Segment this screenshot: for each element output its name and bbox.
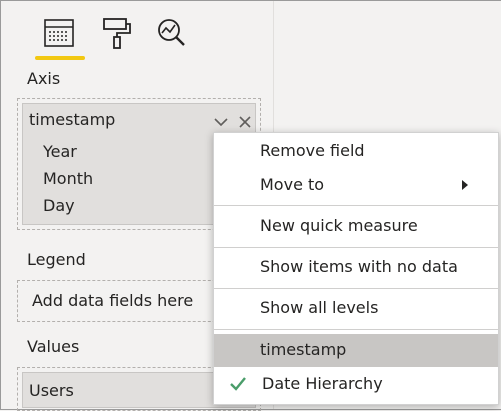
hierarchy-item-month[interactable]: Month <box>43 169 93 188</box>
menu-item-move-to[interactable]: Move to <box>214 169 498 201</box>
selected-tab-indicator <box>35 56 85 60</box>
paint-roller-icon <box>103 18 131 49</box>
values-field-name: Users <box>29 381 74 400</box>
menu-item-label: New quick measure <box>260 216 418 235</box>
window-frame: Axis timestamp Year Month Day Legend Add… <box>0 0 501 411</box>
legend-placeholder: Add data fields here <box>32 291 194 310</box>
menu-item-remove-field[interactable]: Remove field <box>214 135 498 167</box>
chevron-down-icon[interactable] <box>213 114 229 130</box>
menu-item-label: timestamp <box>260 340 347 359</box>
axis-field-name: timestamp <box>29 110 116 129</box>
menu-item-label: Show all levels <box>260 298 379 317</box>
menu-item-label: Date Hierarchy <box>262 374 383 393</box>
fields-icon <box>44 19 74 47</box>
checkmark-icon <box>228 374 248 398</box>
menu-separator <box>214 205 498 206</box>
menu-separator <box>214 329 498 330</box>
tab-fields[interactable] <box>41 15 77 51</box>
menu-item-show-all-levels[interactable]: Show all levels <box>214 292 498 324</box>
submenu-arrow-icon <box>462 180 468 190</box>
tab-format[interactable] <box>99 15 135 51</box>
tab-analytics[interactable] <box>153 15 189 51</box>
hierarchy-item-day[interactable]: Day <box>43 196 75 215</box>
close-icon[interactable] <box>237 114 253 130</box>
axis-field-actions <box>213 114 253 130</box>
analytics-icon <box>158 19 185 46</box>
menu-item-timestamp[interactable]: timestamp <box>214 334 498 367</box>
menu-separator <box>214 288 498 289</box>
menu-item-show-items-no-data[interactable]: Show items with no data <box>214 251 498 283</box>
hierarchy-item-year[interactable]: Year <box>43 142 77 161</box>
menu-separator <box>214 247 498 248</box>
menu-item-date-hierarchy[interactable]: Date Hierarchy <box>214 368 498 400</box>
context-menu: Remove field Move to New quick measure S… <box>213 132 499 405</box>
menu-item-label: Remove field <box>260 141 365 160</box>
pane-tabs <box>1 1 273 63</box>
axis-label: Axis <box>27 69 61 88</box>
menu-item-label: Show items with no data <box>260 257 458 276</box>
values-label: Values <box>27 337 80 356</box>
menu-item-new-quick-measure[interactable]: New quick measure <box>214 210 498 242</box>
legend-label: Legend <box>27 250 86 269</box>
menu-item-label: Move to <box>260 175 325 194</box>
